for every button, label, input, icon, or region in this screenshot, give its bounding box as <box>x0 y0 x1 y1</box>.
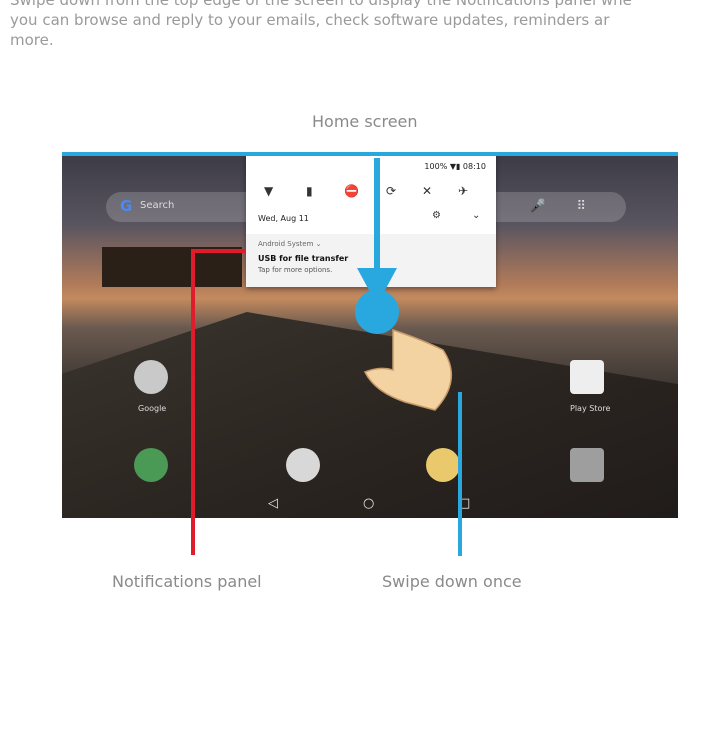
annotation-overlay <box>355 158 453 411</box>
notifications-leader-vertical <box>191 249 195 555</box>
swipe-down-caption: Swipe down once <box>382 572 522 591</box>
swipe-leader-line <box>458 392 462 556</box>
notifications-panel-caption: Notifications panel <box>112 572 262 591</box>
hand-pointer-icon <box>363 328 453 411</box>
touch-point <box>355 290 399 334</box>
notifications-leader-horizontal <box>191 249 245 253</box>
